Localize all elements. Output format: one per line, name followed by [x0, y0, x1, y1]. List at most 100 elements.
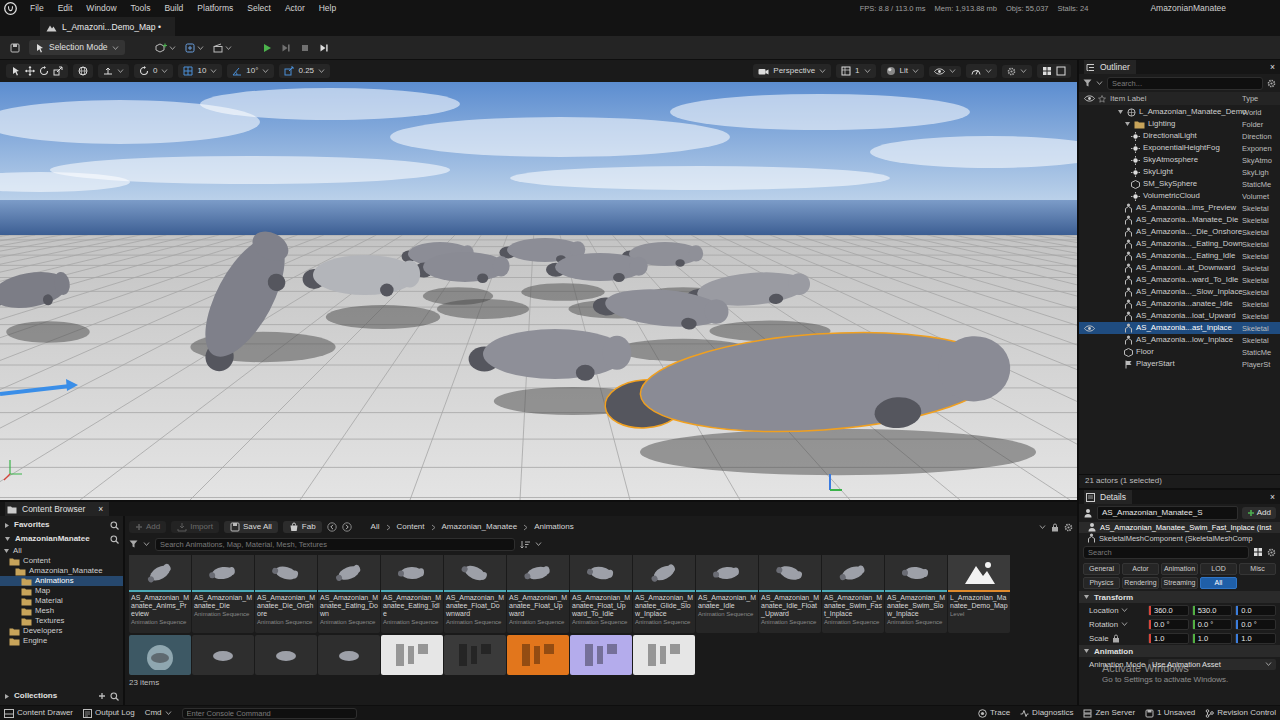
- selection-mode-button[interactable]: Selection Mode: [29, 40, 125, 54]
- vector-component-field[interactable]: 530.0: [1192, 605, 1233, 616]
- outliner-row[interactable]: AS_Amazonia..._Eating_IdleSkeletal: [1079, 250, 1280, 262]
- outliner-row[interactable]: SkyAtmosphereSkyAtmo: [1079, 154, 1280, 166]
- viewport-option[interactable]: [966, 64, 997, 78]
- viewport-layout[interactable]: [1037, 64, 1071, 78]
- vector-component-field[interactable]: 0.0 °: [1192, 619, 1233, 630]
- outliner-row[interactable]: AS_Amazonia..._Eating_DownSkeletal: [1079, 238, 1280, 250]
- outliner-row[interactable]: SkyLightSkyLigh: [1079, 166, 1280, 178]
- outliner-row[interactable]: L_Amazonian_Manatee_DemoWorld: [1079, 106, 1280, 118]
- asset-thumbnail[interactable]: [633, 635, 695, 675]
- menu-item[interactable]: Help: [312, 3, 343, 13]
- filter-tab[interactable]: Actor: [1122, 563, 1159, 575]
- asset-thumbnail[interactable]: [444, 635, 506, 675]
- unreal-logo-icon[interactable]: [4, 2, 17, 15]
- expander-icon[interactable]: [1117, 109, 1124, 115]
- filter-tab[interactable]: Animation: [1161, 563, 1198, 575]
- outliner-tab[interactable]: Outliner: [1084, 60, 1136, 74]
- menu-item[interactable]: Build: [157, 3, 190, 13]
- outliner-row[interactable]: AS_Amazonia...Manatee_DieSkeletal: [1079, 214, 1280, 226]
- status-item[interactable]: Diagnostics: [1020, 708, 1073, 718]
- menu-item[interactable]: Platforms: [190, 3, 240, 13]
- outliner-row[interactable]: AS_Amazonia...ward_To_IdleSkeletal: [1079, 274, 1280, 286]
- folder-item[interactable]: Animations: [0, 576, 123, 586]
- vector-component-field[interactable]: 360.0: [1148, 605, 1189, 616]
- outliner-row[interactable]: ExponentialHeightFogExponen: [1079, 142, 1280, 154]
- rotate-tool-icon[interactable]: [39, 66, 49, 76]
- search-icon[interactable]: [110, 521, 119, 530]
- outliner-row[interactable]: AS_Amazonia..._Die_OnshoreSkeletal: [1079, 226, 1280, 238]
- add-collection-icon[interactable]: [98, 692, 106, 700]
- vector-component-field[interactable]: 0.0: [1235, 605, 1276, 616]
- folder-item[interactable]: Map: [0, 586, 123, 596]
- asset-tile[interactable]: AS_Amazonian_Manatee_Die_OnshoreAnimatio…: [255, 555, 317, 633]
- status-item[interactable]: Zen Server: [1083, 708, 1135, 718]
- stop-icon[interactable]: [300, 43, 310, 53]
- status-item[interactable]: Cmd: [145, 708, 172, 718]
- property-matrix-icon[interactable]: [1253, 547, 1263, 557]
- filter-tab[interactable]: General: [1083, 563, 1120, 575]
- project-header[interactable]: AmazonianManatee: [0, 532, 123, 546]
- close-button[interactable]: ×: [98, 504, 103, 514]
- menu-item[interactable]: Edit: [51, 3, 80, 13]
- viewport-option[interactable]: [1002, 65, 1032, 78]
- filter-tab[interactable]: All: [1200, 577, 1237, 589]
- expander-icon[interactable]: [4, 693, 10, 700]
- outliner-row[interactable]: DirectionalLightDirection: [1079, 130, 1280, 142]
- save-icon[interactable]: [10, 43, 20, 53]
- snap-setting[interactable]: 0: [134, 64, 173, 78]
- asset-tile[interactable]: AS_Amazonian_Manatee_Float_Upward_To_Idl…: [570, 555, 632, 633]
- breadcrumb-item[interactable]: All: [371, 522, 380, 532]
- breadcrumb-item[interactable]: Content: [397, 522, 425, 532]
- outliner-row[interactable]: LightingFolder: [1079, 118, 1280, 130]
- asset-tile[interactable]: AS_Amazonian_Manatee_Glide_Slow_InplaceA…: [633, 555, 695, 633]
- sort-icon[interactable]: [520, 540, 530, 549]
- fov-menu[interactable]: 1: [836, 64, 875, 78]
- details-tab[interactable]: Details: [1084, 490, 1132, 504]
- expander-icon[interactable]: [4, 536, 11, 542]
- favorites-header[interactable]: Favorites: [0, 518, 123, 532]
- details-section-header[interactable]: Animation: [1079, 645, 1280, 657]
- expander-icon[interactable]: [1083, 594, 1090, 600]
- folder-item[interactable]: Developers: [0, 626, 123, 636]
- vector-component-field[interactable]: 1.0: [1148, 633, 1189, 644]
- close-button[interactable]: ×: [1270, 492, 1275, 502]
- dropdown-caret-icon[interactable]: [1121, 621, 1128, 627]
- outliner-row[interactable]: AS_Amazoni...at_DownwardSkeletal: [1079, 262, 1280, 274]
- lock-icon[interactable]: [1112, 634, 1120, 643]
- outliner-row[interactable]: SM_SkySphereStaticMe: [1079, 178, 1280, 190]
- play-options-icon[interactable]: [319, 43, 329, 53]
- dropdown-caret-icon[interactable]: [1121, 607, 1128, 613]
- asset-tile[interactable]: AS_Amazonian_Manatee_Anims_PreviewAnimat…: [129, 555, 191, 633]
- move-tool-icon[interactable]: [25, 66, 35, 76]
- viewport-option[interactable]: [929, 66, 961, 77]
- expander-icon[interactable]: [1124, 121, 1131, 127]
- status-item[interactable]: Output Log: [83, 708, 135, 718]
- details-section-header[interactable]: Transform: [1079, 591, 1280, 603]
- vector-component-field[interactable]: 0.0 °: [1148, 619, 1189, 630]
- filter-icon[interactable]: [129, 540, 138, 548]
- menu-item[interactable]: Tools: [124, 3, 158, 13]
- vector-component-field[interactable]: 0.0 °: [1235, 619, 1276, 630]
- asset-thumbnail[interactable]: [129, 635, 191, 675]
- select-tool-icon[interactable]: [11, 66, 21, 76]
- component-row[interactable]: AS_Amazonian_Manatee_Swim_Fast_Inplace (…: [1079, 522, 1280, 533]
- status-item[interactable]: 1 Unsaved: [1145, 708, 1195, 718]
- vector-component-field[interactable]: 1.0: [1192, 633, 1233, 644]
- snap-setting[interactable]: 10°: [227, 64, 274, 78]
- forward-icon[interactable]: [342, 522, 352, 532]
- folder-item[interactable]: All: [0, 546, 123, 556]
- level-render[interactable]: [0, 82, 1077, 500]
- expander-icon[interactable]: [1083, 648, 1090, 654]
- folder-item[interactable]: Mesh: [0, 606, 123, 616]
- asset-tile[interactable]: AS_Amazonian_Manatee_Float_DownwardAnima…: [444, 555, 506, 633]
- asset-thumbnail[interactable]: [570, 635, 632, 675]
- toolbar-button[interactable]: Save All: [224, 521, 278, 533]
- asset-tile[interactable]: AS_Amazonian_Manatee_Swim_Slow_InplaceAn…: [885, 555, 947, 633]
- folder-item[interactable]: Engine: [0, 636, 123, 646]
- asset-tile[interactable]: AS_Amazonian_Manatee_DieAnimation Sequen…: [192, 555, 254, 633]
- search-icon[interactable]: [110, 535, 119, 544]
- outliner-search[interactable]: [1107, 77, 1263, 90]
- status-item[interactable]: Content Drawer: [4, 708, 73, 718]
- asset-thumbnail[interactable]: [507, 635, 569, 675]
- back-icon[interactable]: [327, 522, 337, 532]
